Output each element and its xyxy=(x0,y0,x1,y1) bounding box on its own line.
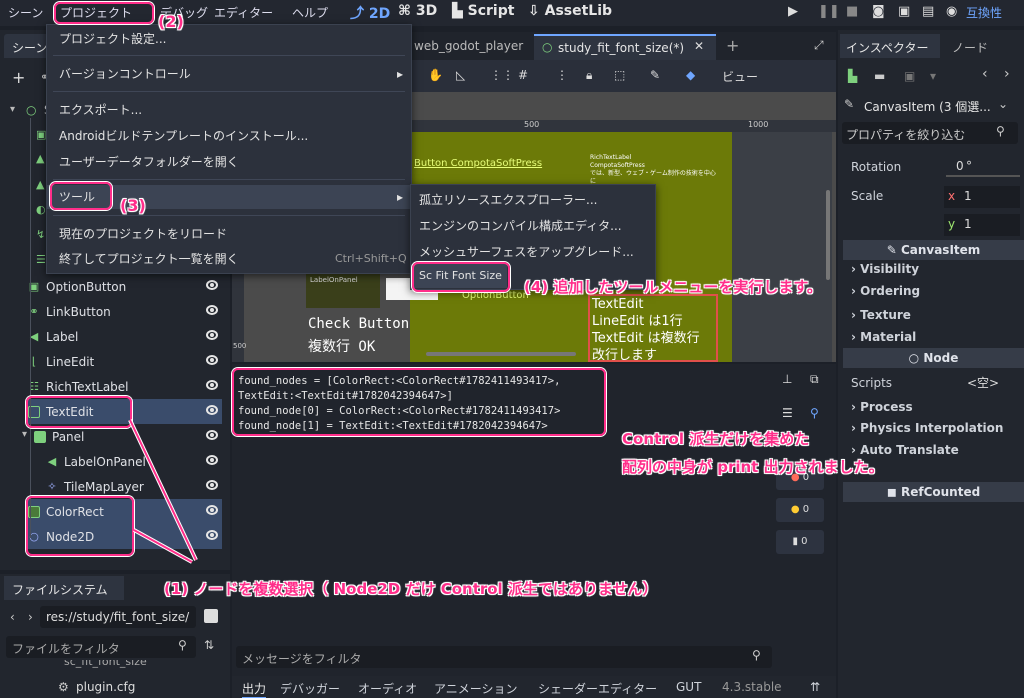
callout-arrow-line xyxy=(129,419,197,561)
callout-arrows xyxy=(128,419,198,564)
